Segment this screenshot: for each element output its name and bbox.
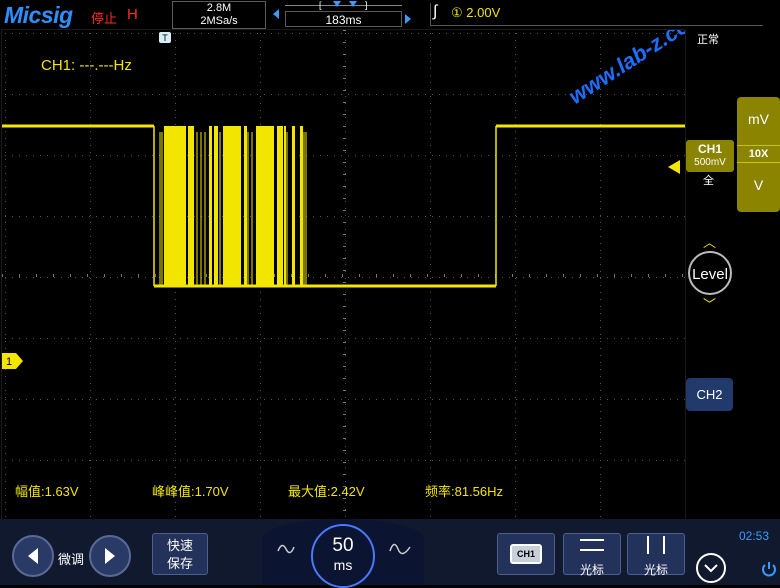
chevron-right-icon xyxy=(105,548,115,564)
horizontal-cursor-label: 光标 xyxy=(579,563,604,577)
fine-left-button[interactable] xyxy=(12,535,54,577)
trace-burst xyxy=(244,126,247,286)
sine-wave-left-icon[interactable] xyxy=(276,539,296,559)
power-icon[interactable] xyxy=(762,561,776,579)
measurement-amplitude[interactable]: 幅值:1.63V xyxy=(15,481,79,500)
trigger-channel: ① xyxy=(451,5,463,20)
chevron-down-icon xyxy=(704,564,718,573)
vertical-cursor-label: 光标 xyxy=(643,563,668,577)
level-down-icon[interactable]: ﹀ xyxy=(703,294,716,313)
menu-toggle-button[interactable] xyxy=(696,553,726,583)
memory-track xyxy=(285,5,402,6)
fine-right-button[interactable] xyxy=(89,535,131,577)
view-position-icon xyxy=(349,1,357,7)
run-state[interactable]: 停止 xyxy=(91,8,117,27)
horizontal-position-box[interactable]: [ ] 183ms xyxy=(285,0,402,27)
trace-burst xyxy=(256,126,274,286)
trace-burst xyxy=(292,126,295,286)
level-up-icon[interactable]: ︿ xyxy=(703,232,716,251)
trigger-marker-label: T xyxy=(162,33,168,43)
sine-wave-right-icon[interactable] xyxy=(388,539,412,559)
trigger-position-icon xyxy=(333,1,341,7)
top-status-bar: Micsig 停止 H 2.8M 2MSa/s [ ] 183ms ∫ ① 2.… xyxy=(0,0,780,29)
trigger-mode[interactable]: 正常 xyxy=(697,31,719,47)
fine-adjust-label: 微调 xyxy=(58,552,85,567)
ch1-marker-label: 1 xyxy=(6,356,12,368)
quick-save-button[interactable]: 快速 保存 xyxy=(152,533,208,575)
measurement-maximum[interactable]: 最大值:2.42V xyxy=(288,481,365,500)
vscale-unit-v[interactable]: V xyxy=(737,177,780,193)
trace-burst xyxy=(300,126,303,286)
ch1-coupling: 全 xyxy=(703,175,714,187)
acquisition-info[interactable]: 2.8M 2MSa/s xyxy=(172,1,266,29)
view-bracket-left-icon: [ xyxy=(319,0,322,10)
horizontal-cursor-icon xyxy=(580,539,604,551)
vertical-cursor-button[interactable]: 光标 xyxy=(627,533,685,577)
trace-burst xyxy=(164,126,186,286)
timebase-number: 50 xyxy=(332,535,354,556)
ch1-ground-marker[interactable]: 1 xyxy=(2,353,24,374)
quick-save-line2: 保存 xyxy=(166,556,193,571)
vscale-unit-mv[interactable]: mV xyxy=(737,111,780,127)
trace-burst xyxy=(188,126,194,286)
horizontal-position-value: 183ms xyxy=(285,11,402,27)
scroll-left-icon[interactable] xyxy=(273,9,279,19)
run-mode: H xyxy=(127,6,138,23)
vertical-scale-control[interactable]: mV 10X V xyxy=(737,97,780,212)
horizontal-cursor-button[interactable]: 光标 xyxy=(563,533,621,577)
memory-depth: 2.8M xyxy=(206,2,232,14)
timebase-value[interactable]: 50 ms xyxy=(311,524,375,588)
trace-burst xyxy=(277,126,283,286)
rising-edge-icon: ∫ xyxy=(433,3,438,20)
level-knob[interactable]: Level xyxy=(688,251,732,295)
trigger-info[interactable]: ∫ ① 2.00V xyxy=(430,3,763,26)
ch1-tag-name: CH1 xyxy=(697,142,722,156)
view-bracket-right-icon: ] xyxy=(365,0,368,10)
timebase-unit: ms xyxy=(333,557,353,573)
trigger-time-marker[interactable]: T xyxy=(159,31,171,49)
frequency-readout: CH1: ---.---Hz xyxy=(41,57,132,74)
measurement-frequency[interactable]: 频率:81.56Hz xyxy=(425,481,503,500)
waveform-display[interactable]: CH1: ---.---Hz www.lab-z.com T 1 幅值:1.63… xyxy=(1,29,686,520)
trace-burst xyxy=(284,126,286,286)
ch1-channel-tag[interactable]: CH1 500mV xyxy=(686,140,734,172)
vertical-cursor-icon xyxy=(647,536,665,554)
trace-burst xyxy=(214,126,218,286)
ch1-select-button[interactable]: CH1 xyxy=(497,533,555,575)
trace-burst xyxy=(223,126,241,286)
ch1-tag-scale: 500mV xyxy=(694,157,726,168)
sample-rate: 2MSa/s xyxy=(200,15,238,27)
brand-logo: Micsig xyxy=(4,2,73,28)
chevron-left-icon xyxy=(28,548,38,564)
probe-ratio[interactable]: 10X xyxy=(737,145,780,163)
measurement-peak-to-peak[interactable]: 峰峰值:1.70V xyxy=(152,481,229,500)
ch1-button-label: CH1 xyxy=(510,544,542,564)
clock: 02:53 xyxy=(739,529,770,543)
trace-burst xyxy=(209,126,212,286)
trigger-level: 2.00V xyxy=(466,5,501,20)
scroll-right-icon[interactable] xyxy=(405,14,411,24)
quick-save-line1: 快速 xyxy=(166,538,193,553)
ch1-offset-arrow-icon xyxy=(668,160,682,179)
ch2-button[interactable]: CH2 xyxy=(686,378,733,411)
